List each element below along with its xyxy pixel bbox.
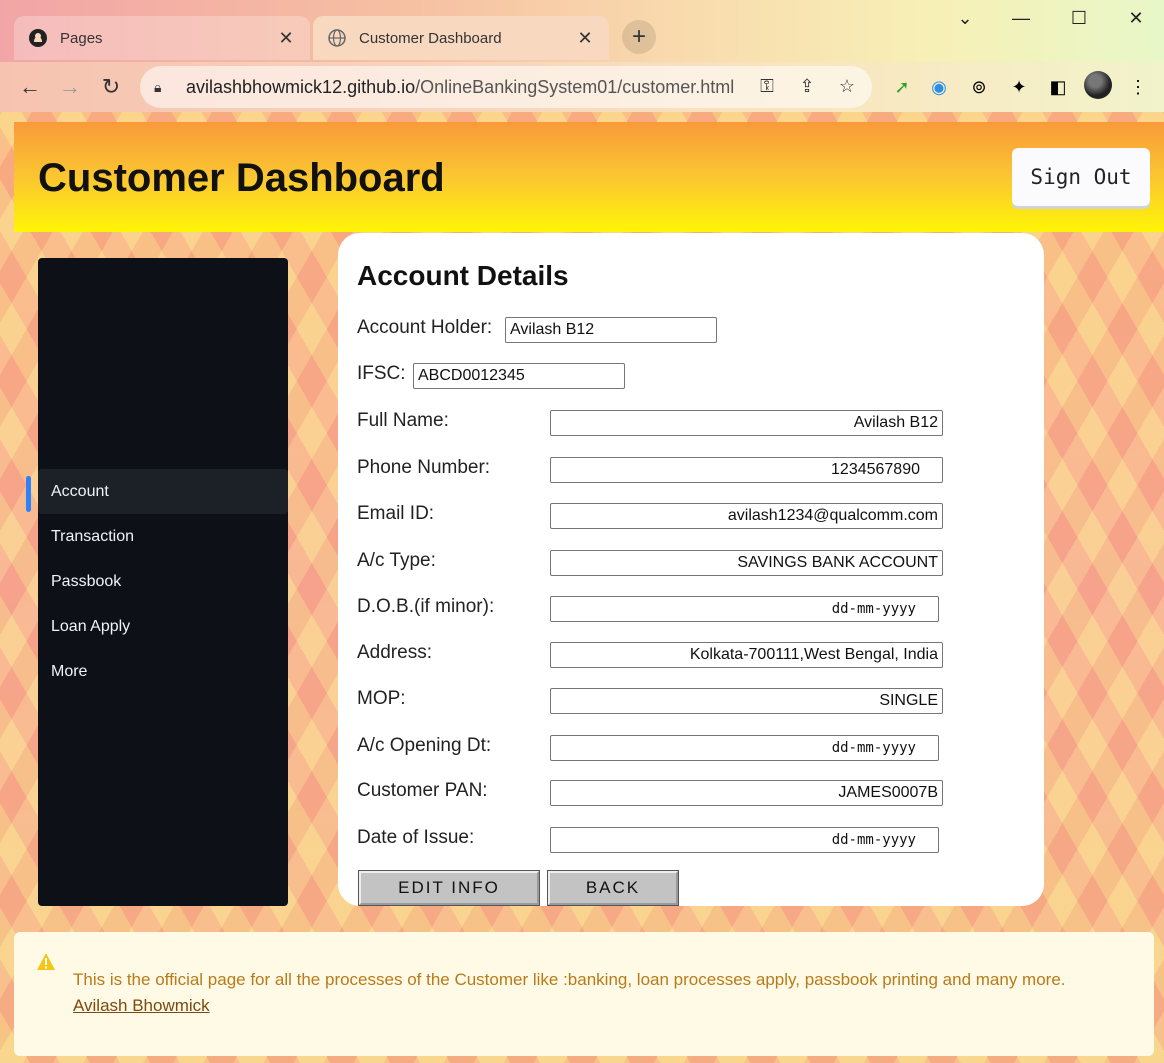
mop-input[interactable]	[550, 688, 943, 714]
maximize-icon[interactable]: ☐	[1064, 8, 1094, 29]
page-viewport: Customer Dashboard Sign Out Account Tran…	[0, 112, 1164, 1063]
menu-dots-icon[interactable]: ⋮	[1126, 75, 1150, 99]
tab-customer-dashboard[interactable]: Customer Dashboard ✕	[313, 16, 609, 60]
pan-input[interactable]	[550, 780, 943, 806]
tab-search-icon[interactable]: ⌄	[950, 8, 980, 29]
minimize-icon[interactable]: —	[1006, 8, 1036, 29]
address-label: Address:	[357, 642, 432, 663]
dob-date-input[interactable]: dd-mm-yyyy	[550, 596, 939, 622]
share-icon[interactable]: ⇪	[796, 75, 818, 97]
dob-label: D.O.B.(if minor):	[357, 596, 495, 617]
address-input[interactable]	[550, 642, 943, 668]
globe-icon	[327, 28, 347, 48]
puzzle-icon[interactable]: ✦	[1007, 75, 1031, 99]
ifsc-label: IFSC:	[357, 363, 406, 384]
warning-icon	[36, 952, 56, 972]
page-header: Customer Dashboard Sign Out	[14, 122, 1164, 232]
pan-label: Customer PAN:	[357, 780, 488, 801]
account-details-card: Account Details Account Holder: IFSC: Fu…	[338, 233, 1044, 906]
edit-info-button[interactable]: EDIT INFO	[358, 870, 540, 906]
sidebar-item-passbook[interactable]: Passbook	[38, 559, 288, 604]
sign-out-button[interactable]: Sign Out	[1012, 148, 1150, 206]
sidebar-item-loan-apply[interactable]: Loan Apply	[38, 604, 288, 649]
star-icon[interactable]: ☆	[836, 75, 858, 97]
phone-number-label: Phone Number:	[357, 457, 491, 478]
sidebar-item-transaction[interactable]: Transaction	[38, 514, 288, 559]
close-tab-icon[interactable]: ✕	[276, 28, 296, 49]
account-holder-label: Account Holder:	[357, 317, 493, 338]
phone-number-input[interactable]	[550, 457, 943, 483]
full-name-label: Full Name:	[357, 410, 449, 431]
forward-arrow-icon[interactable]: →	[55, 72, 85, 102]
reload-icon[interactable]: ↻	[96, 72, 126, 102]
tab-pages[interactable]: Pages ✕	[14, 16, 310, 60]
mop-label: MOP:	[357, 688, 406, 709]
sidebar-item-more[interactable]: More	[38, 649, 288, 694]
tab-title: Pages	[60, 29, 103, 47]
opening-date-input[interactable]: dd-mm-yyyy	[550, 735, 939, 761]
account-holder-input[interactable]	[505, 317, 717, 343]
url-host: avilashbhowmick12.github.io	[186, 76, 416, 97]
sidebar: Account Transaction Passbook Loan Apply …	[38, 258, 288, 906]
close-tab-icon[interactable]: ✕	[575, 28, 595, 49]
email-input[interactable]	[550, 503, 943, 529]
sidebar-item-account[interactable]: Account	[38, 469, 288, 514]
date-of-issue-label: Date of Issue:	[357, 827, 475, 848]
profile-avatar[interactable]	[1084, 71, 1112, 99]
side-panel-icon[interactable]: ◧	[1046, 75, 1070, 99]
close-window-icon[interactable]: ✕	[1121, 8, 1151, 29]
opening-date-label: A/c Opening Dt:	[357, 735, 492, 756]
tab-title: Customer Dashboard	[359, 29, 502, 47]
browser-toolbar: ← → ↻ 🔒︎ avilashbhowmick12.github.io/Onl…	[0, 62, 1164, 112]
email-label: Email ID:	[357, 503, 435, 524]
new-tab-icon[interactable]: +	[622, 20, 656, 54]
address-bar[interactable]: 🔒︎ avilashbhowmick12.github.io/OnlineBan…	[140, 66, 872, 108]
date-of-issue-input[interactable]: dd-mm-yyyy	[550, 827, 939, 853]
ac-type-input[interactable]	[550, 550, 943, 576]
page-title: Customer Dashboard	[38, 156, 445, 200]
extension-link-icon[interactable]: ⊚	[967, 75, 991, 99]
author-link[interactable]: Avilash Bhowmick	[73, 996, 210, 1016]
key-icon[interactable]: ⚿	[756, 75, 778, 97]
github-icon	[28, 28, 48, 48]
footer-message: This is the official page for all the pr…	[73, 970, 1066, 989]
browser-tab-bar: Pages ✕ Customer Dashboard ✕ + ⌄ — ☐ ✕	[0, 0, 1164, 62]
url-path: /OnlineBankingSystem01/customer.html	[415, 76, 735, 97]
back-arrow-icon[interactable]: ←	[15, 72, 45, 102]
full-name-input[interactable]	[550, 410, 943, 436]
extension-circle-icon[interactable]: ◉	[927, 75, 951, 99]
section-heading: Account Details	[357, 260, 569, 291]
lock-icon[interactable]: 🔒︎	[154, 79, 174, 96]
extension-arrow-icon[interactable]: ➚	[890, 75, 914, 99]
active-marker	[26, 476, 31, 512]
back-button[interactable]: BACK	[547, 870, 679, 906]
ac-type-label: A/c Type:	[357, 550, 436, 571]
ifsc-input[interactable]	[413, 363, 625, 389]
info-footer: This is the official page for all the pr…	[14, 932, 1154, 1056]
